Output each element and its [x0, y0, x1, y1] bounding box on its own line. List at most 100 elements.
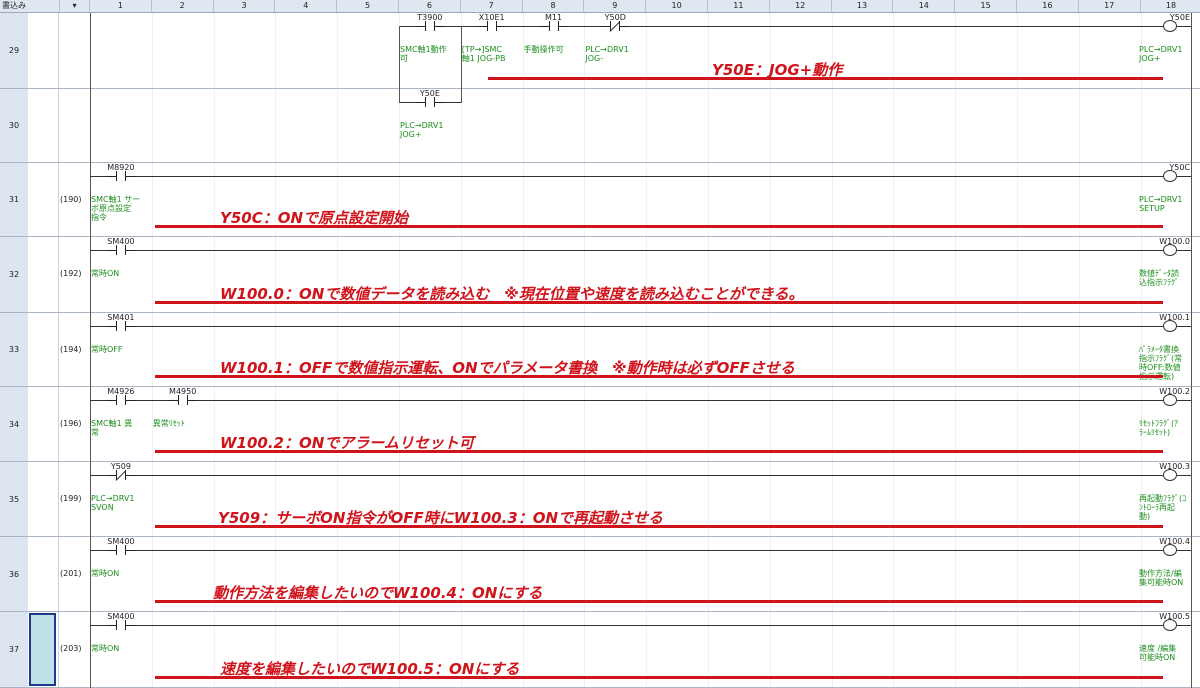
- coil-icon[interactable]: [1163, 394, 1177, 406]
- row-separator: [0, 312, 1200, 313]
- coil-wire: [1177, 400, 1191, 401]
- annotation-underline: [155, 375, 1163, 378]
- no-contact-icon[interactable]: [106, 245, 135, 255]
- grid-line: [151, 13, 153, 688]
- contact-comment: PLC→DRV1 SVON: [91, 494, 134, 512]
- column-header-1: 1: [90, 0, 152, 12]
- rung-wire: [90, 475, 1176, 476]
- row-number[interactable]: 31: [0, 195, 28, 204]
- row-separator: [0, 536, 1200, 537]
- comment-line: 再起動ﾌﾗｸﾞ(ｺ: [1139, 494, 1187, 503]
- comment-line: PLC→DRV1: [585, 45, 629, 54]
- step-number: (203): [60, 644, 82, 653]
- comment-line: ﾘｾｯﾄﾌﾗｸﾞ(ｱ: [1139, 419, 1179, 428]
- comment-line: PLC→DRV1: [1139, 45, 1183, 54]
- contact-comment: 常時ON: [91, 269, 119, 278]
- nc-contact-icon[interactable]: [106, 470, 135, 481]
- row-number[interactable]: 37: [0, 645, 28, 654]
- row-number[interactable]: 30: [0, 121, 28, 130]
- annotation-underline: [155, 450, 1163, 453]
- dropdown-arrow-icon[interactable]: ▾: [60, 0, 90, 12]
- right-power-rail: [1191, 163, 1192, 237]
- no-contact-icon[interactable]: [106, 545, 135, 555]
- coil-wire: [1177, 26, 1191, 27]
- column-header-4: 4: [275, 0, 338, 12]
- coil-icon[interactable]: [1163, 244, 1177, 256]
- comment-line: SMC軸1 サー: [91, 195, 141, 204]
- row-separator: [0, 88, 1200, 89]
- selected-cell[interactable]: [29, 613, 56, 686]
- comment-line: PLC→DRV1: [400, 121, 444, 130]
- comment-line: 動作方法/編: [1139, 569, 1182, 578]
- row-number[interactable]: 32: [0, 270, 28, 279]
- comment-line: 常時ON: [91, 569, 120, 578]
- comment-line: 常時ON: [91, 269, 120, 278]
- no-contact-icon[interactable]: [106, 395, 135, 405]
- coil-icon[interactable]: [1163, 619, 1177, 631]
- no-contact-icon[interactable]: [168, 395, 197, 405]
- no-contact-icon[interactable]: [106, 620, 135, 630]
- row-number[interactable]: 34: [0, 420, 28, 429]
- coil-icon[interactable]: [1163, 170, 1177, 182]
- no-contact-icon[interactable]: [106, 171, 135, 181]
- column-header-bar: 書込み ▾ 1 2 3 4 5 6 7 8 9 10 11 12 13 14 15 16 17 18: [0, 0, 1200, 13]
- no-contact-icon[interactable]: [477, 21, 506, 31]
- grid-line: [769, 13, 771, 688]
- grid-line: [1017, 13, 1018, 688]
- comment-line: SETUP: [1139, 204, 1165, 213]
- grid-line: [831, 13, 833, 688]
- contact-comment: SMC軸1 サー ボ原点設定 指令: [91, 195, 140, 222]
- row-number[interactable]: 29: [0, 46, 28, 55]
- coil-icon[interactable]: [1163, 320, 1177, 332]
- no-contact-icon[interactable]: [415, 97, 444, 107]
- no-contact-icon[interactable]: [539, 21, 568, 31]
- contact-comment: [TP→]SMC 軸1 JOG-PB: [462, 45, 506, 63]
- coil-comment: 再起動ﾌﾗｸﾞ(ｺ ﾝﾄﾛｰﾗ再起 動): [1139, 494, 1186, 521]
- row-separator: [0, 162, 1200, 163]
- coil-icon[interactable]: [1163, 20, 1177, 32]
- step-number: (192): [60, 269, 82, 278]
- no-contact-icon[interactable]: [106, 321, 135, 331]
- coil-icon[interactable]: [1163, 469, 1177, 481]
- column-header-7: 7: [461, 0, 523, 12]
- nc-contact-icon[interactable]: [601, 21, 630, 32]
- comment-line: 指令: [91, 213, 107, 222]
- row-separator: [0, 236, 1200, 237]
- rung-wire: [90, 176, 1176, 177]
- column-header-9: 9: [584, 0, 647, 12]
- grid-line: [708, 13, 709, 688]
- write-mode-header[interactable]: 書込み: [0, 0, 60, 12]
- comment-line: SMC軸1 異: [91, 419, 133, 428]
- contact-comment: 常時ON: [91, 569, 119, 578]
- grid-line: [955, 13, 957, 688]
- contact-comment: 常時OFF: [91, 345, 123, 354]
- column-header-10: 10: [646, 0, 708, 12]
- no-contact-icon[interactable]: [415, 21, 444, 31]
- column-header-3: 3: [214, 0, 276, 12]
- right-power-rail: [1191, 89, 1192, 163]
- column-header-5: 5: [337, 0, 399, 12]
- column-header-14: 14: [893, 0, 956, 12]
- right-power-rail: [1191, 387, 1192, 462]
- grid-line: [646, 13, 648, 688]
- coil-icon[interactable]: [1163, 544, 1177, 556]
- column-header-18: 18: [1141, 0, 1200, 12]
- comment-line: SMC軸1動作: [400, 45, 447, 54]
- coil-comment: PLC→DRV1 SETUP: [1139, 195, 1182, 213]
- grid-line: [1078, 13, 1080, 688]
- grid-line: [584, 13, 586, 688]
- row-number[interactable]: 35: [0, 495, 28, 504]
- left-power-rail: [90, 89, 91, 163]
- comment-line: [TP→]SMC: [461, 45, 503, 54]
- comment-line: JOG+: [1139, 54, 1161, 63]
- row-number[interactable]: 36: [0, 570, 28, 579]
- annotation-underline: [155, 676, 1163, 679]
- step-number: (196): [60, 419, 82, 428]
- row-number[interactable]: 33: [0, 345, 28, 354]
- ladder-editor: 書込み ▾ 1 2 3 4 5 6 7 8 9 10 11 12 13 14 15 16 17 18 29 T3900 S…: [0, 0, 1200, 688]
- right-power-rail: [1191, 462, 1192, 537]
- comment-line: 異常ﾘｾｯﾄ: [152, 419, 185, 428]
- contact-comment: SMC軸1 異常: [91, 419, 132, 437]
- comment-line: 可: [400, 54, 408, 63]
- comment-line: 常時ON: [91, 644, 120, 653]
